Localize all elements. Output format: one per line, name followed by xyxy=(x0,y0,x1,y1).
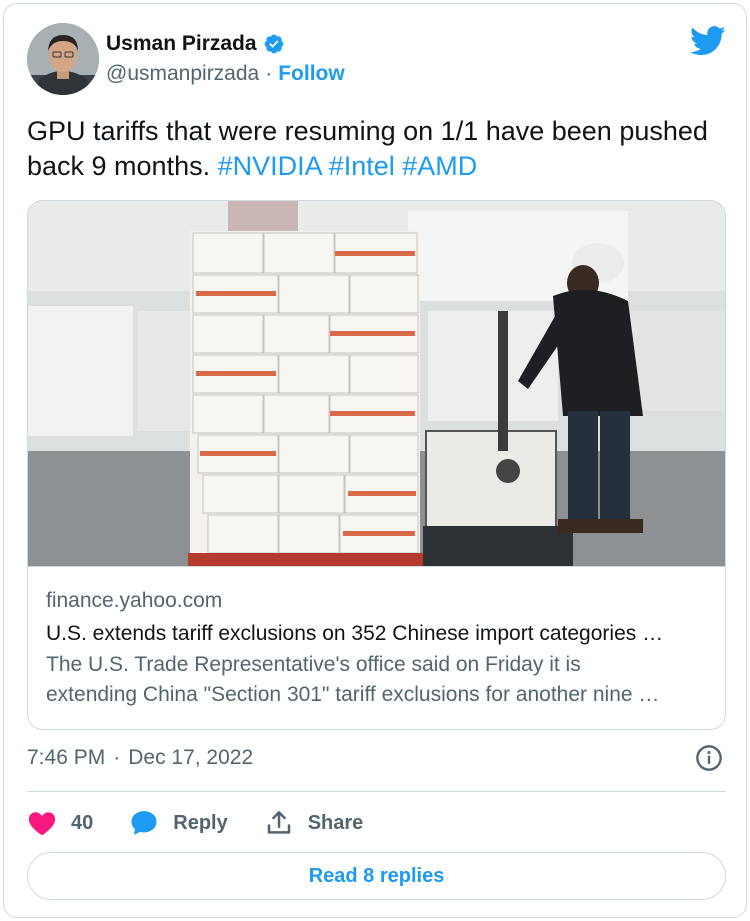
author-avatar[interactable] xyxy=(27,23,99,95)
verified-badge-icon xyxy=(264,34,283,54)
tweet-card: Usman Pirzada @usmanpirzada · Follow GPU… xyxy=(3,3,747,918)
twitter-bird-icon[interactable] xyxy=(690,26,726,56)
tweet-timestamp[interactable]: 7:46 PM · Dec 17, 2022 xyxy=(27,746,253,770)
like-button[interactable]: 40 xyxy=(27,808,93,838)
timestamp-separator: · xyxy=(113,746,121,769)
reply-button[interactable]: Reply xyxy=(129,808,228,838)
info-icon[interactable] xyxy=(695,744,723,772)
share-icon xyxy=(267,811,290,834)
heart-icon xyxy=(28,812,56,835)
follow-button[interactable]: Follow xyxy=(278,62,345,86)
card-title: U.S. extends tariff exclusions on 352 Ch… xyxy=(46,622,664,645)
link-preview-card[interactable]: finance.yahoo.com U.S. extends tariff ex… xyxy=(27,200,726,730)
card-image xyxy=(28,201,725,566)
card-body: finance.yahoo.com U.S. extends tariff ex… xyxy=(28,566,725,710)
like-count: 40 xyxy=(71,811,94,834)
author-name[interactable]: Usman Pirzada xyxy=(106,32,257,56)
handle-separator: · xyxy=(265,62,273,85)
tweet-text: GPU tariffs that were resuming on 1/1 ha… xyxy=(27,114,727,184)
author-handle[interactable]: @usmanpirzada xyxy=(106,62,259,86)
hashtag-amd[interactable]: #AMD xyxy=(402,151,477,181)
hashtag-nvidia[interactable]: #NVIDIA xyxy=(218,151,322,181)
divider xyxy=(27,791,726,792)
read-replies-button[interactable]: Read 8 replies xyxy=(27,852,726,900)
card-description-line: The U.S. Trade Representative's office s… xyxy=(46,653,581,676)
author-name-row: Usman Pirzada xyxy=(106,32,285,56)
author-handle-row: @usmanpirzada · Follow xyxy=(106,62,345,86)
tweet-date: Dec 17, 2022 xyxy=(128,746,254,769)
card-domain: finance.yahoo.com xyxy=(46,589,223,612)
reply-label: Reply xyxy=(173,811,228,834)
hashtag-intel[interactable]: #Intel xyxy=(329,151,395,181)
action-bar: 40 Reply Share xyxy=(27,804,399,842)
card-description: The U.S. Trade Representative's office s… xyxy=(46,650,707,710)
share-button[interactable]: Share xyxy=(264,808,364,838)
share-label: Share xyxy=(307,811,364,834)
speech-bubble-icon xyxy=(131,811,157,835)
card-description-line: extending China "Section 301" tariff exc… xyxy=(46,683,660,706)
tweet-time: 7:46 PM xyxy=(27,746,106,769)
